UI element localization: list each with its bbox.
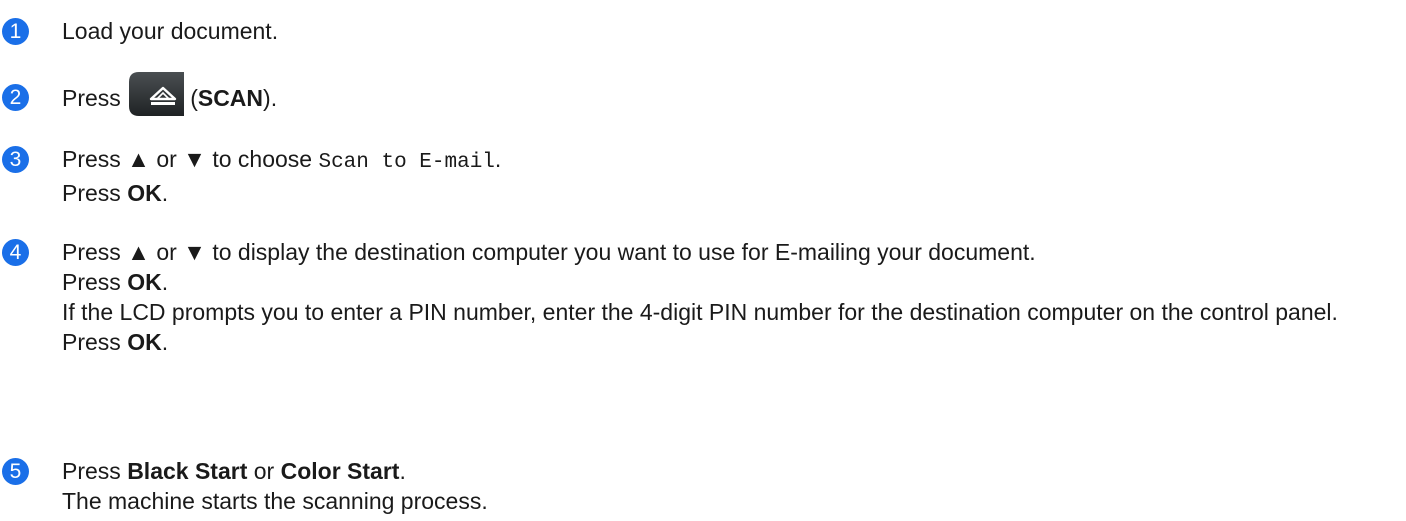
- step-3-line-1: Press ▲ or ▼ to choose Scan to E-mail.: [62, 146, 502, 174]
- step-number-5: 5: [2, 458, 29, 485]
- step-4-line-1: Press ▲ or ▼ to display the destination …: [62, 239, 1036, 265]
- scan-button-icon: [129, 72, 185, 116]
- step-4-line-4: Press OK.: [62, 329, 169, 355]
- scan-key-label: SCAN: [197, 85, 264, 112]
- step-number-1: 1: [2, 18, 29, 45]
- ok-key-label: OK: [127, 269, 162, 295]
- menu-option-scan-to-email: Scan to E-mail: [318, 151, 495, 174]
- step-2-press: Press: [62, 85, 121, 112]
- step-number-3: 3: [2, 146, 29, 173]
- color-start-key-label: Color Start: [280, 458, 400, 484]
- step-4-line-3: If the LCD prompts you to enter a PIN nu…: [62, 299, 1338, 325]
- step-3-line-2: Press OK.: [62, 180, 169, 206]
- step-1-text: Load your document.: [62, 18, 279, 44]
- black-start-key-label: Black Start: [127, 458, 248, 484]
- step-5-line-1: Press Black Start or Color Start.: [62, 458, 406, 484]
- step-number-4: 4: [2, 239, 29, 266]
- step-5-line-2: The machine starts the scanning process.: [62, 488, 488, 514]
- ok-key-label: OK: [127, 180, 162, 206]
- ok-key-label: OK: [127, 329, 162, 355]
- step-number-2: 2: [2, 84, 29, 111]
- step-4-line-2: Press OK.: [62, 269, 169, 295]
